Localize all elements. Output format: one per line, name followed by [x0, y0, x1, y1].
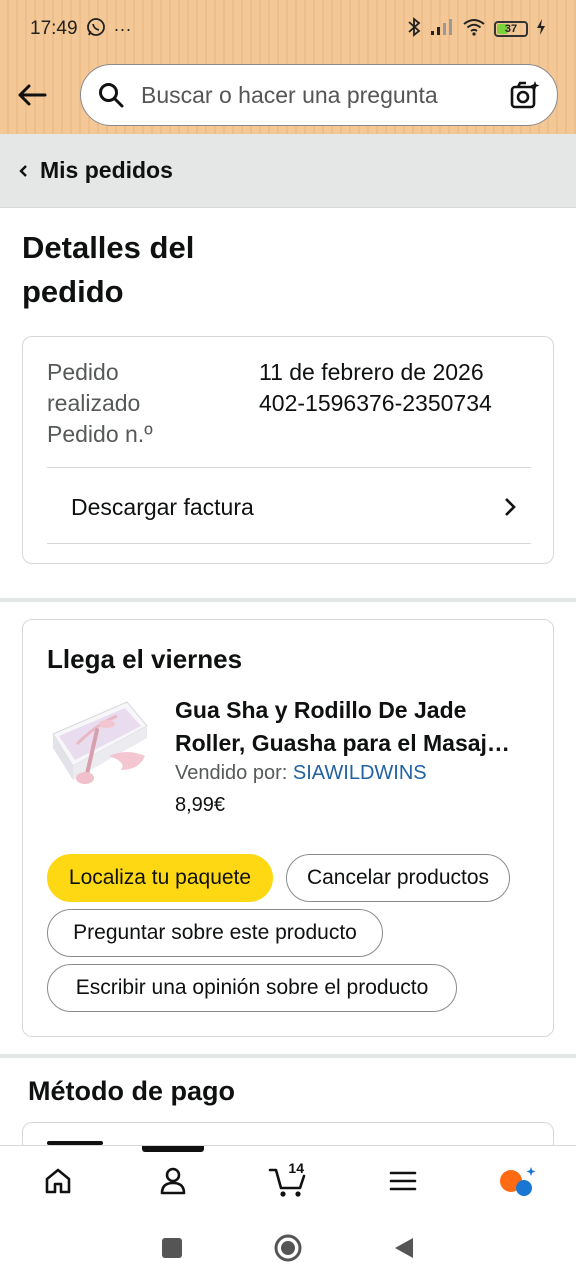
delivery-card: Llega el viernes Gua Sha y Rodillo De Ja… — [22, 619, 554, 1037]
bluetooth-icon — [406, 16, 422, 42]
breadcrumb-label: Mis pedidos — [40, 157, 173, 183]
arrow-left-icon — [18, 84, 47, 106]
section-separator — [0, 598, 576, 602]
download-invoice-button[interactable]: Descargar factura — [47, 469, 531, 545]
whatsapp-icon — [86, 17, 106, 42]
nav-home[interactable] — [0, 1146, 115, 1215]
nav-cart[interactable]: 14 — [230, 1146, 345, 1215]
order-info-card: Pedido realizado Pedido n.º 11 de febrer… — [22, 336, 554, 564]
page-title: Detalles del pedido — [22, 226, 282, 314]
order-info-labels: Pedido realizado Pedido n.º — [47, 357, 247, 450]
status-left: 17:49 ··· — [30, 17, 132, 42]
breadcrumb[interactable]: Mis pedidos — [0, 134, 576, 208]
search-icon — [99, 83, 124, 108]
product-seller: Vendido por: SIAWILDWINS — [175, 762, 427, 785]
order-info-values: 11 de febrero de 2026 402-1596376-235073… — [259, 357, 549, 419]
order-number-label: Pedido n.º — [47, 421, 153, 447]
chevron-right-icon — [505, 498, 516, 516]
status-time: 17:49 — [30, 18, 78, 39]
page-title-line1: Detalles del — [22, 230, 195, 265]
search-placeholder: Buscar o hacer una pregunta — [141, 81, 438, 108]
battery-icon: 37 — [494, 21, 528, 37]
battery-percent: 37 — [504, 23, 518, 35]
status-right: 37 — [406, 16, 546, 42]
section-separator — [0, 1054, 576, 1058]
nav-rufus[interactable] — [461, 1146, 576, 1215]
product-title-line1: Gua Sha y Rodillo De Jade — [175, 697, 467, 723]
home-icon — [45, 1168, 70, 1193]
nav-account[interactable] — [115, 1146, 230, 1215]
cart-count: 14 — [288, 1160, 304, 1176]
seller-prefix: Vendido por: — [175, 762, 288, 784]
nav-menu[interactable] — [346, 1146, 461, 1215]
payment-method-title: Método de pago — [28, 1076, 235, 1106]
download-invoice-label: Descargar factura — [71, 493, 254, 520]
camera-search-icon[interactable] — [509, 79, 541, 111]
signal-icon — [430, 18, 454, 41]
menu-icon — [389, 1171, 417, 1190]
ask-product-button[interactable]: Preguntar sobre este producto — [47, 909, 383, 957]
order-date-label-line2: realizado — [47, 390, 141, 416]
home-circle-icon[interactable] — [273, 1233, 303, 1263]
product-title-line2: Roller, Guasha para el Masaj… — [175, 730, 510, 756]
rufus-assistant-icon — [500, 1166, 536, 1196]
search-row: Buscar o hacer una pregunta — [0, 62, 576, 128]
back-triangle-icon[interactable] — [393, 1236, 415, 1260]
divider — [47, 467, 531, 468]
track-package-button[interactable]: Localiza tu paquete — [47, 854, 273, 902]
product-title[interactable]: Gua Sha y Rodillo De Jade Roller, Guasha… — [175, 694, 539, 760]
divider — [47, 543, 531, 544]
status-bar: 17:49 ··· 37 — [0, 0, 576, 58]
back-button[interactable] — [0, 63, 64, 127]
product-image[interactable] — [47, 694, 151, 798]
android-nav-bar — [0, 1215, 576, 1280]
seller-link[interactable]: SIAWILDWINS — [293, 762, 427, 784]
recent-apps-icon[interactable] — [161, 1237, 183, 1259]
order-date-label-line1: Pedido — [47, 359, 119, 385]
app-header: 17:49 ··· 37 Buscar o hacer una pregunta — [0, 0, 576, 134]
wifi-icon — [462, 18, 486, 41]
order-number-value: 402-1596376-2350734 — [259, 390, 492, 416]
cancel-items-button[interactable]: Cancelar productos — [286, 854, 510, 902]
product-price: 8,99€ — [175, 794, 226, 816]
more-notifications-icon: ··· — [113, 18, 132, 39]
write-review-button[interactable]: Escribir una opinión sobre el producto — [47, 964, 457, 1012]
chevron-left-icon — [19, 164, 27, 177]
delivery-title: Llega el viernes — [47, 644, 243, 674]
search-input[interactable]: Buscar o hacer una pregunta — [80, 64, 558, 126]
bottom-nav: 14 — [0, 1145, 576, 1215]
page-title-line2: pedido — [22, 274, 124, 309]
order-date-value: 11 de febrero de 2026 — [259, 359, 484, 385]
user-icon — [160, 1167, 186, 1194]
charging-icon — [536, 18, 546, 41]
